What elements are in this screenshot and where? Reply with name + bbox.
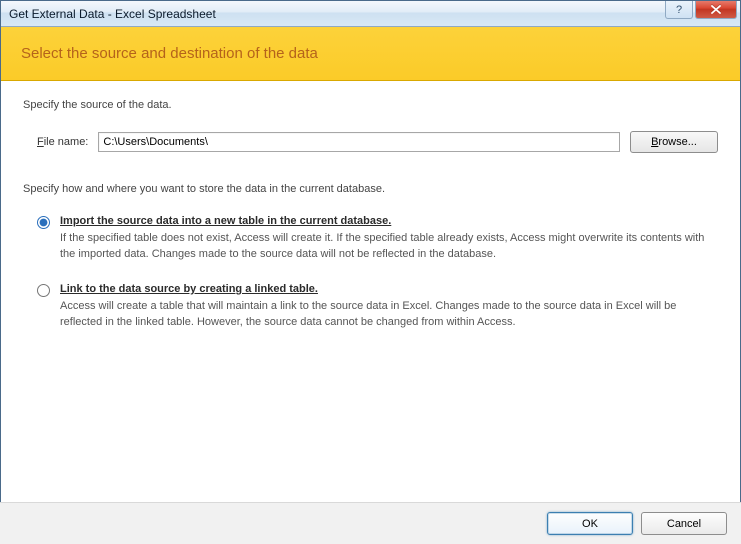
file-name-label: File name: bbox=[37, 136, 88, 148]
dialog-footer: OK Cancel bbox=[0, 502, 741, 544]
option-import-desc: If the specified table does not exist, A… bbox=[60, 231, 718, 263]
option-import-title: Import the source data into a new table … bbox=[60, 215, 718, 227]
file-name-row: File name: Browse... bbox=[37, 131, 718, 153]
option-link-title: Link to the data source by creating a li… bbox=[60, 283, 718, 295]
radio-import[interactable] bbox=[37, 216, 50, 229]
option-link-desc: Access will create a table that will mai… bbox=[60, 299, 718, 331]
window-title: Get External Data - Excel Spreadsheet bbox=[9, 7, 216, 21]
dialog-content: Specify the source of the data. File nam… bbox=[1, 81, 740, 331]
cancel-button[interactable]: Cancel bbox=[641, 512, 727, 535]
option-import[interactable]: Import the source data into a new table … bbox=[37, 215, 718, 263]
titlebar: Get External Data - Excel Spreadsheet ? bbox=[1, 1, 740, 27]
browse-button[interactable]: Browse... bbox=[630, 131, 718, 153]
close-button[interactable] bbox=[695, 1, 737, 19]
help-button[interactable]: ? bbox=[665, 1, 693, 19]
wizard-banner: Select the source and destination of the… bbox=[1, 27, 740, 81]
source-instruction: Specify the source of the data. bbox=[23, 99, 718, 111]
storage-options: Import the source data into a new table … bbox=[37, 215, 718, 331]
title-controls: ? bbox=[663, 1, 737, 19]
close-icon bbox=[711, 5, 721, 14]
file-name-input[interactable] bbox=[98, 132, 620, 152]
option-link[interactable]: Link to the data source by creating a li… bbox=[37, 283, 718, 331]
storage-instruction: Specify how and where you want to store … bbox=[23, 183, 718, 195]
help-icon: ? bbox=[676, 4, 682, 16]
banner-heading: Select the source and destination of the… bbox=[21, 45, 318, 62]
ok-button[interactable]: OK bbox=[547, 512, 633, 535]
radio-link[interactable] bbox=[37, 284, 50, 297]
